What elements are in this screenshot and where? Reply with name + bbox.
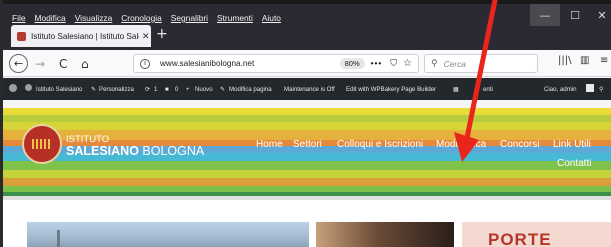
annotation-arrow-icon [454, 0, 498, 162]
